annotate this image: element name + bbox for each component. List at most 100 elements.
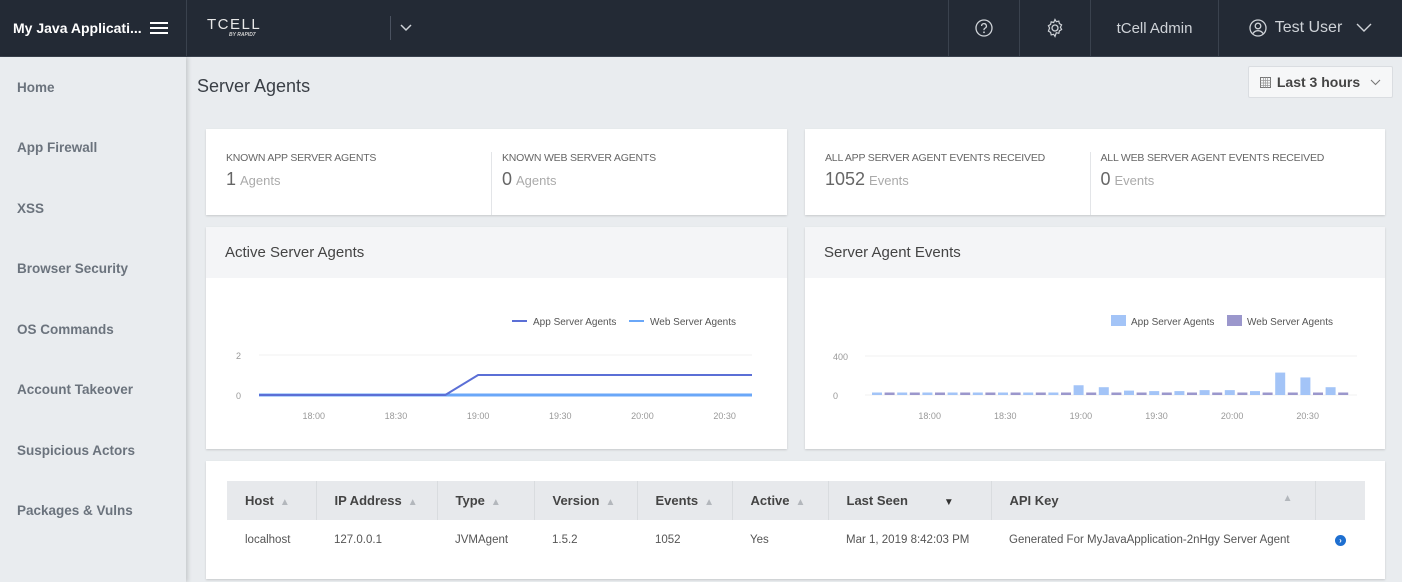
tcell-admin-link[interactable]: tCell Admin <box>1091 0 1219 56</box>
bar-web <box>1313 392 1323 395</box>
bar-web <box>1010 392 1021 395</box>
sidebar-item-xss[interactable]: XSS <box>0 178 186 239</box>
chevron-down-icon <box>1356 23 1372 32</box>
agent-events-bar-chart: App Server Agents Web Server Agents 0 400 18… <box>833 315 1357 421</box>
bar-app <box>1174 391 1185 395</box>
legend-label: Web Server Agents <box>1247 317 1333 328</box>
cell-api-key: Generated For MyJavaApplication-2nHgy Se… <box>1009 533 1290 546</box>
active-server-agents-card: Active Server Agents App Server Agents We… <box>206 227 787 449</box>
agents-table: Host ▲︎ IP Address ▲︎ Type ▲︎ Version ▲︎ Eve… <box>227 481 1365 559</box>
chart-title: Server Agent Events <box>805 227 1385 278</box>
sidebar-item-home[interactable]: Home <box>0 57 186 118</box>
stat-value: 0 <box>502 169 513 189</box>
sort-icon: ▲︎ <box>279 497 290 508</box>
bar-app <box>1199 390 1210 395</box>
sidebar-item-suspicious-actors[interactable]: Suspicious Actors <box>0 420 186 481</box>
sidebar-item-account-takeover[interactable]: Account Takeover <box>0 360 186 421</box>
bar-app <box>922 392 933 395</box>
stat-label: KNOWN WEB SERVER AGENTS <box>502 152 656 164</box>
chart-title: Active Server Agents <box>206 227 787 278</box>
chevron-down-icon <box>1370 79 1381 85</box>
x-tick-label: 18:00 <box>303 411 326 421</box>
legend-swatch <box>1111 315 1126 326</box>
user-menu[interactable]: Test User <box>1219 0 1402 56</box>
legend-swatch <box>1227 315 1242 326</box>
cell-action: › <box>1315 520 1365 559</box>
app-switcher[interactable]: My Java Applicati... <box>0 0 187 56</box>
x-tick-label: 19:30 <box>1145 411 1168 421</box>
table-row[interactable]: localhost 127.0.0.1 JVMAgent 1.5.2 1052 … <box>227 520 1365 559</box>
column-action <box>1315 481 1365 520</box>
column-events[interactable]: Events ▲︎ <box>637 481 733 520</box>
logo-wordmark: TCELL <box>207 16 262 33</box>
bar-app <box>1073 385 1084 395</box>
help-button[interactable] <box>949 0 1020 56</box>
stat-unit: Events <box>1114 173 1155 188</box>
column-api-key[interactable]: API Key ▲︎ <box>991 481 1316 520</box>
bar-app <box>1124 390 1134 395</box>
sort-desc-icon: ▼ <box>943 497 954 508</box>
stat-value: 1 <box>226 169 237 189</box>
x-tick-label: 19:00 <box>467 411 490 421</box>
agents-summary-card: KNOWN APP SERVER AGENTS 1 Agents KNOWN WE… <box>206 129 787 215</box>
column-type[interactable]: Type ▲︎ <box>437 481 535 520</box>
events-summary-card: ALL APP SERVER AGENT EVENTS RECEIVED 105… <box>805 129 1385 215</box>
hamburger-menu-icon[interactable] <box>150 21 168 35</box>
bar-web <box>1136 392 1147 395</box>
sidebar-item-packages-vulns[interactable]: Packages & Vulns <box>0 481 186 542</box>
stat-value: 0 <box>1100 169 1111 189</box>
legend-label: App Server Agents <box>1131 317 1214 328</box>
column-ip-address[interactable]: IP Address ▲︎ <box>316 481 438 520</box>
bar-app <box>1048 392 1059 395</box>
x-tick-label: 20:30 <box>713 411 736 421</box>
column-last-seen[interactable]: Last Seen ▼ <box>828 481 992 520</box>
cell-events: 1052 <box>655 533 681 546</box>
page-title: Server Agents <box>197 76 311 96</box>
bar-web <box>985 392 996 395</box>
x-tick-label: 20:00 <box>1221 411 1244 421</box>
known-app-agents-stat: KNOWN APP SERVER AGENTS 1 Agents <box>226 152 491 215</box>
calendar-icon <box>1259 76 1271 88</box>
bar-web <box>1086 392 1097 395</box>
bar-app <box>872 392 882 395</box>
sidebar-item-app-firewall[interactable]: App Firewall <box>0 118 186 179</box>
tcell-logo: TCELL BY RAPID7 <box>187 0 390 56</box>
org-dropdown-chevron-icon[interactable] <box>391 0 421 56</box>
app-name: My Java Applicati... <box>13 20 142 36</box>
cell-type: JVMAgent <box>455 533 509 546</box>
chevron-right-circle-icon[interactable]: › <box>1335 534 1346 546</box>
sort-icon: ▲︎ <box>490 497 501 508</box>
bar-web <box>960 392 971 395</box>
stat-label: KNOWN APP SERVER AGENTS <box>226 152 377 164</box>
sidebar-item-browser-security[interactable]: Browser Security <box>0 239 186 300</box>
help-circle-icon <box>975 19 993 37</box>
column-active[interactable]: Active ▲︎ <box>732 481 829 520</box>
settings-button[interactable] <box>1020 0 1091 56</box>
x-tick-label: 18:30 <box>385 411 408 421</box>
stat-unit: Agents <box>516 173 557 188</box>
bar-web <box>1111 392 1122 395</box>
column-host[interactable]: Host ▲︎ <box>227 481 317 520</box>
stat-unit: Agents <box>240 173 281 188</box>
x-tick-label: 18:00 <box>918 411 941 421</box>
time-range-dropdown[interactable]: Last 3 hours <box>1248 66 1393 98</box>
bar-web <box>1161 392 1172 395</box>
legend-label: Web Server Agents <box>650 317 736 328</box>
bar-app <box>1224 390 1235 395</box>
agents-table-card: Host ▲︎ IP Address ▲︎ Type ▲︎ Version ▲︎ Eve… <box>206 461 1385 579</box>
legend-label: App Server Agents <box>533 317 616 328</box>
bar-app <box>1275 372 1286 395</box>
x-tick-label: 18:30 <box>994 411 1017 421</box>
column-version[interactable]: Version ▲︎ <box>534 481 638 520</box>
bar-web <box>909 392 920 395</box>
top-navbar: My Java Applicati... TCELL BY RAPID7 tCe… <box>0 0 1402 57</box>
bar-web <box>1287 392 1298 395</box>
main-content: Server Agents Last 3 hours KNOWN APP SER… <box>187 57 1402 582</box>
sort-icon: ▲︎ <box>704 497 715 508</box>
cell-version: 1.5.2 <box>552 533 578 546</box>
bar-app <box>1325 387 1336 395</box>
bar-web <box>935 392 945 395</box>
sidebar-item-os-commands[interactable]: OS Commands <box>0 299 186 360</box>
bar-web <box>1262 392 1273 395</box>
time-range-label: Last 3 hours <box>1276 74 1361 90</box>
